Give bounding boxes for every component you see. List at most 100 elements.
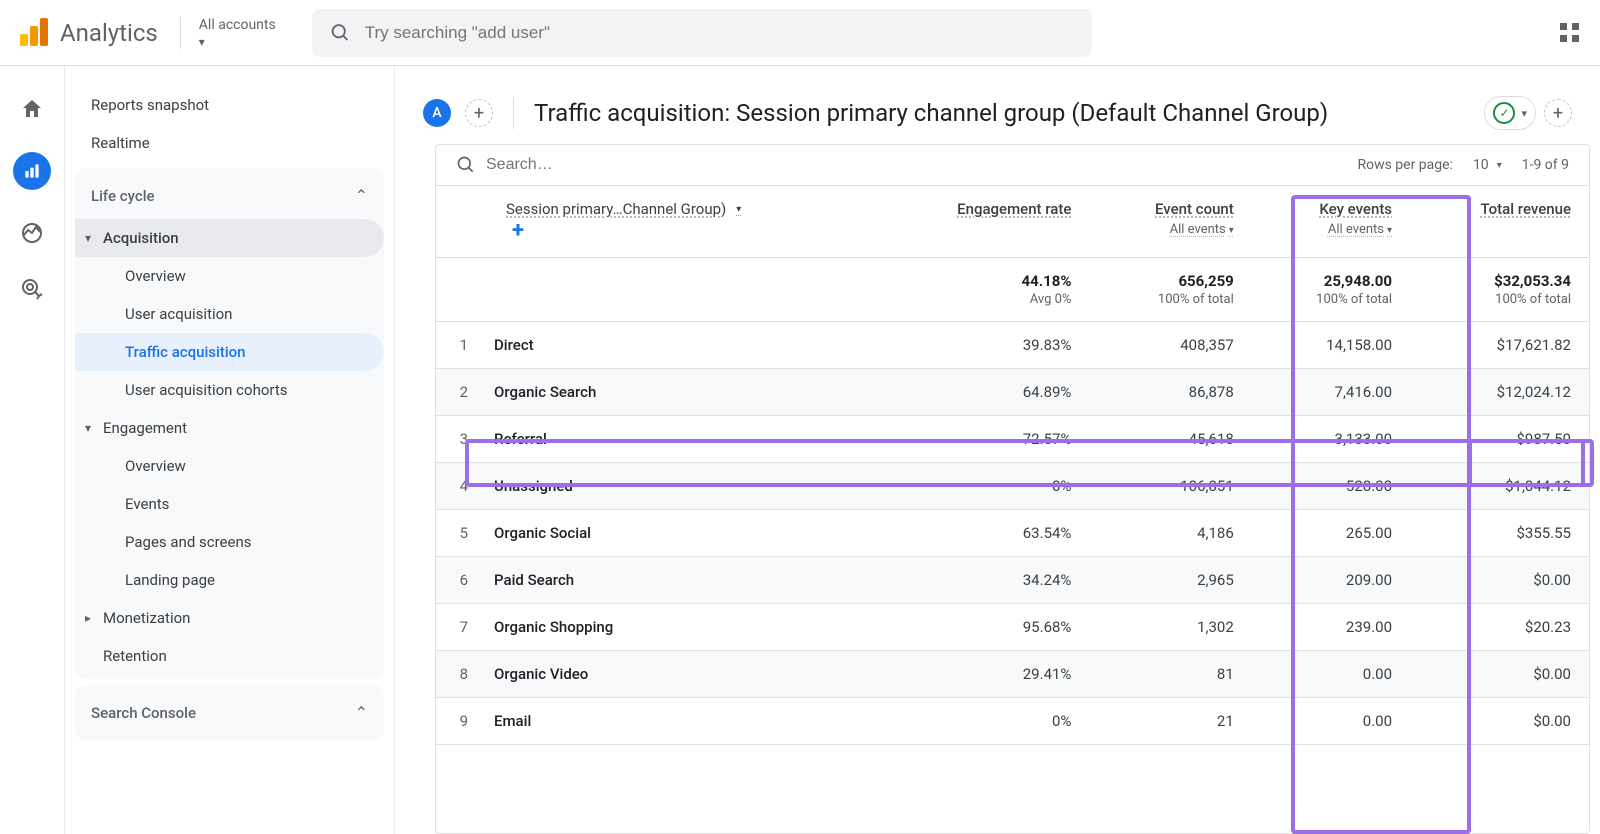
row-total-revenue: $0.00 bbox=[1410, 557, 1589, 604]
row-total-revenue: $0.00 bbox=[1410, 698, 1589, 745]
row-channel-name: Unassigned bbox=[476, 463, 877, 510]
row-event-count: 2,965 bbox=[1089, 557, 1251, 604]
sidebar-item-eng-overview[interactable]: Overview bbox=[75, 447, 384, 485]
sidebar-item-retention[interactable]: Retention bbox=[75, 637, 384, 675]
row-index: 2 bbox=[436, 369, 476, 416]
divider bbox=[513, 97, 514, 129]
table-row[interactable]: 5Organic Social63.54%4,186265.00$355.55 bbox=[436, 510, 1589, 557]
chevron-down-icon: ▾ bbox=[1387, 225, 1392, 236]
table-row[interactable]: 3Referral72.57%45,6183,133.00$987.50 bbox=[436, 416, 1589, 463]
row-key-events: 14,158.00 bbox=[1252, 322, 1410, 369]
row-index: 3 bbox=[436, 416, 476, 463]
sidebar-item-events[interactable]: Events bbox=[75, 485, 384, 523]
reports-icon[interactable] bbox=[13, 152, 51, 190]
page-title: Traffic acquisition: Session primary cha… bbox=[534, 99, 1470, 127]
account-label: All accounts bbox=[199, 17, 276, 33]
check-circle-icon: ✓ bbox=[1493, 102, 1515, 124]
reports-sidebar: Reports snapshot Realtime Life cycle ⌃ A… bbox=[65, 66, 395, 834]
col-engagement-rate[interactable]: Engagement rate bbox=[877, 186, 1090, 258]
search-input[interactable] bbox=[365, 23, 1074, 43]
row-engagement: 95.68% bbox=[877, 604, 1090, 651]
row-engagement: 34.24% bbox=[877, 557, 1090, 604]
row-key-events: 3,133.00 bbox=[1252, 416, 1410, 463]
table-toolbar: Rows per page: 10 ▾ 1-9 of 9 bbox=[436, 145, 1589, 186]
product-name: Analytics bbox=[60, 19, 158, 47]
data-table-card: Rows per page: 10 ▾ 1-9 of 9 Session bbox=[435, 144, 1590, 834]
sidebar-item-pages-screens[interactable]: Pages and screens bbox=[75, 523, 384, 561]
logo-area[interactable]: Analytics bbox=[20, 18, 158, 48]
row-key-events: 209.00 bbox=[1252, 557, 1410, 604]
report-status-button[interactable]: ✓ ▾ bbox=[1484, 96, 1536, 130]
row-event-count: 86,878 bbox=[1089, 369, 1251, 416]
sidebar-group-engagement[interactable]: Engagement bbox=[75, 409, 384, 447]
table-row[interactable]: 8Organic Video29.41%810.00$0.00 bbox=[436, 651, 1589, 698]
rows-per-page-select[interactable]: 10 ▾ bbox=[1473, 157, 1502, 173]
sidebar-item-acq-overview[interactable]: Overview bbox=[75, 257, 384, 295]
advertising-icon[interactable] bbox=[19, 276, 45, 302]
main-content: A + Traffic acquisition: Session primary… bbox=[395, 66, 1600, 834]
row-key-events: 0.00 bbox=[1252, 651, 1410, 698]
sidebar-group-acquisition[interactable]: Acquisition bbox=[75, 219, 384, 257]
data-table: Session primary…Channel Group) ▾ + Engag… bbox=[436, 186, 1589, 745]
table-row[interactable]: 7Organic Shopping95.68%1,302239.00$20.23 bbox=[436, 604, 1589, 651]
home-icon[interactable] bbox=[19, 96, 45, 122]
page-range: 1-9 of 9 bbox=[1522, 157, 1569, 173]
table-row[interactable]: 9Email0%210.00$0.00 bbox=[436, 698, 1589, 745]
global-search[interactable] bbox=[312, 9, 1092, 57]
sidebar-section-search-console[interactable]: Search Console ⌃ bbox=[75, 689, 384, 736]
row-event-count: 4,186 bbox=[1089, 510, 1251, 557]
row-index: 1 bbox=[436, 322, 476, 369]
row-channel-name: Direct bbox=[476, 322, 877, 369]
row-total-revenue: $987.50 bbox=[1410, 416, 1589, 463]
sidebar-section-label: Life cycle bbox=[91, 187, 155, 205]
row-index: 5 bbox=[436, 510, 476, 557]
chevron-down-icon: ▾ bbox=[199, 35, 276, 49]
page-title-row: A + Traffic acquisition: Session primary… bbox=[395, 66, 1600, 144]
chevron-down-icon: ▾ bbox=[736, 204, 741, 215]
account-switcher[interactable]: All accounts ▾ bbox=[180, 17, 276, 49]
col-key-events[interactable]: Key events All events▾ bbox=[1252, 186, 1410, 258]
summary-row: 44.18%Avg 0% 656,259100% of total 25,948… bbox=[436, 258, 1589, 322]
row-total-revenue: $17,621.82 bbox=[1410, 322, 1589, 369]
apps-grid-icon[interactable] bbox=[1560, 23, 1580, 43]
row-event-count: 45,618 bbox=[1089, 416, 1251, 463]
row-key-events: 0.00 bbox=[1252, 698, 1410, 745]
chevron-up-icon: ⌃ bbox=[355, 703, 368, 722]
row-engagement: 0% bbox=[877, 698, 1090, 745]
table-row[interactable]: 6Paid Search34.24%2,965209.00$0.00 bbox=[436, 557, 1589, 604]
sidebar-item-realtime[interactable]: Realtime bbox=[75, 124, 384, 162]
sidebar-group-monetization[interactable]: Monetization bbox=[75, 599, 384, 637]
add-dimension-button[interactable]: + bbox=[512, 218, 524, 243]
collection-badge[interactable]: A bbox=[423, 99, 451, 127]
dimension-header[interactable]: Session primary…Channel Group) ▾ bbox=[506, 200, 859, 218]
row-channel-name: Organic Search bbox=[476, 369, 877, 416]
app-header: Analytics All accounts ▾ bbox=[0, 0, 1600, 66]
row-total-revenue: $0.00 bbox=[1410, 651, 1589, 698]
table-search-input[interactable] bbox=[486, 156, 693, 174]
row-event-count: 21 bbox=[1089, 698, 1251, 745]
explore-icon[interactable] bbox=[19, 220, 45, 246]
add-comparison-button[interactable]: + bbox=[465, 99, 493, 127]
row-channel-name: Organic Shopping bbox=[476, 604, 877, 651]
table-row[interactable]: 2Organic Search64.89%86,8787,416.00$12,0… bbox=[436, 369, 1589, 416]
sidebar-item-reports-snapshot[interactable]: Reports snapshot bbox=[75, 86, 384, 124]
row-engagement: 63.54% bbox=[877, 510, 1090, 557]
row-event-count: 106,851 bbox=[1089, 463, 1251, 510]
col-event-count[interactable]: Event count All events▾ bbox=[1089, 186, 1251, 258]
sidebar-item-user-acquisition[interactable]: User acquisition bbox=[75, 295, 384, 333]
row-engagement: 0% bbox=[877, 463, 1090, 510]
customize-report-button[interactable]: + bbox=[1544, 99, 1572, 127]
row-event-count: 81 bbox=[1089, 651, 1251, 698]
chevron-down-icon: ▾ bbox=[1229, 225, 1234, 236]
sidebar-item-user-acq-cohorts[interactable]: User acquisition cohorts bbox=[75, 371, 384, 409]
row-engagement: 29.41% bbox=[877, 651, 1090, 698]
chevron-down-icon: ▾ bbox=[1497, 160, 1502, 171]
row-key-events: 7,416.00 bbox=[1252, 369, 1410, 416]
sidebar-item-traffic-acquisition[interactable]: Traffic acquisition bbox=[75, 333, 384, 371]
col-total-revenue[interactable]: Total revenue bbox=[1410, 186, 1589, 258]
sidebar-section-label: Search Console bbox=[91, 704, 196, 722]
table-row[interactable]: 4Unassigned0%106,851528.00$1,044.12 bbox=[436, 463, 1589, 510]
sidebar-section-life-cycle[interactable]: Life cycle ⌃ bbox=[75, 172, 384, 219]
sidebar-item-landing-page[interactable]: Landing page bbox=[75, 561, 384, 599]
table-row[interactable]: 1Direct39.83%408,35714,158.00$17,621.82 bbox=[436, 322, 1589, 369]
